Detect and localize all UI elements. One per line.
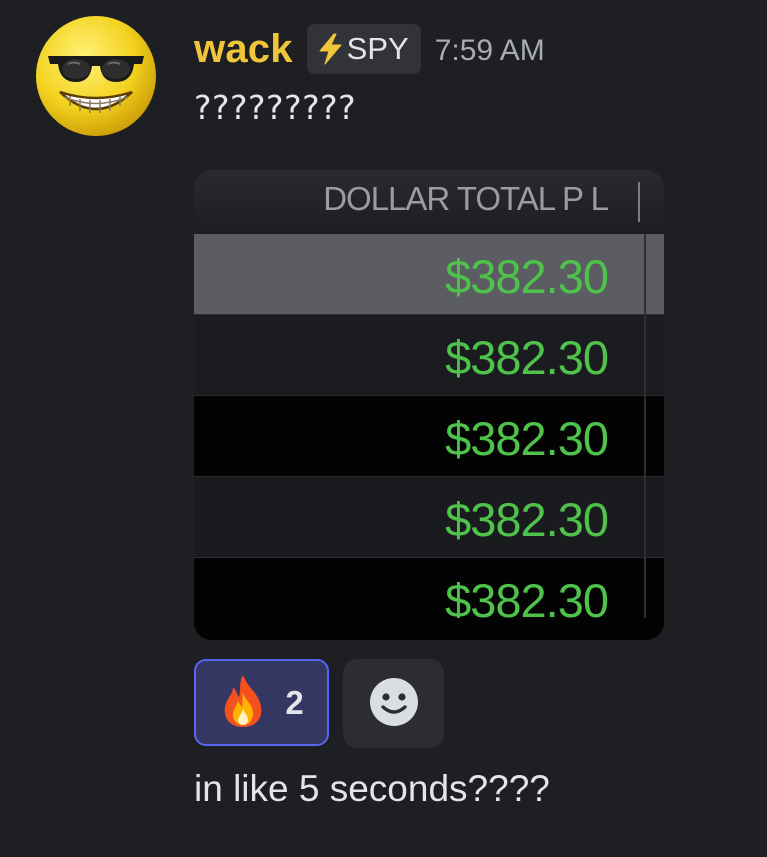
- followup-message-text: in like 5 seconds????: [194, 768, 550, 809]
- username[interactable]: wack: [194, 27, 293, 72]
- pl-value-cell: $382.30: [445, 493, 609, 546]
- role-tag[interactable]: SPY: [306, 24, 421, 74]
- fire-icon: [219, 673, 267, 733]
- message-header: wack SPY 7:59 AM: [194, 22, 545, 76]
- reactions-bar: 2: [194, 659, 444, 748]
- add-reaction-button[interactable]: [343, 659, 444, 748]
- pl-value-cell: $382.30: [445, 250, 609, 303]
- column-header: DOLLAR TOTAL P L: [323, 180, 609, 217]
- table-footer: [194, 618, 664, 640]
- role-tag-label: SPY: [346, 31, 409, 66]
- table-row: $382.30: [194, 396, 664, 477]
- fire-reaction-button[interactable]: 2: [194, 659, 329, 746]
- timestamp[interactable]: 7:59 AM: [435, 34, 545, 68]
- table-row: $382.30: [194, 315, 664, 396]
- table-row: $382.30: [194, 234, 664, 315]
- table-header: DOLLAR TOTAL P L: [194, 170, 664, 234]
- table-body: $382.30 $382.30 $382.30 $382.30 $382.30: [194, 234, 664, 639]
- pl-value-cell: $382.30: [445, 331, 609, 384]
- table-row: $382.30: [194, 477, 664, 558]
- avatar[interactable]: [34, 14, 158, 138]
- smiley-face-icon: [368, 676, 420, 732]
- lightning-bolt-icon: [315, 32, 345, 66]
- image-attachment[interactable]: DOLLAR TOTAL P L $382.30 $382.30 $382.30…: [194, 170, 664, 640]
- message-text: ?????????: [194, 88, 357, 127]
- pl-value-cell: $382.30: [445, 412, 609, 465]
- sunglasses-smiley-icon: [36, 16, 156, 136]
- column-divider: [638, 182, 640, 222]
- reaction-count: 2: [285, 683, 304, 721]
